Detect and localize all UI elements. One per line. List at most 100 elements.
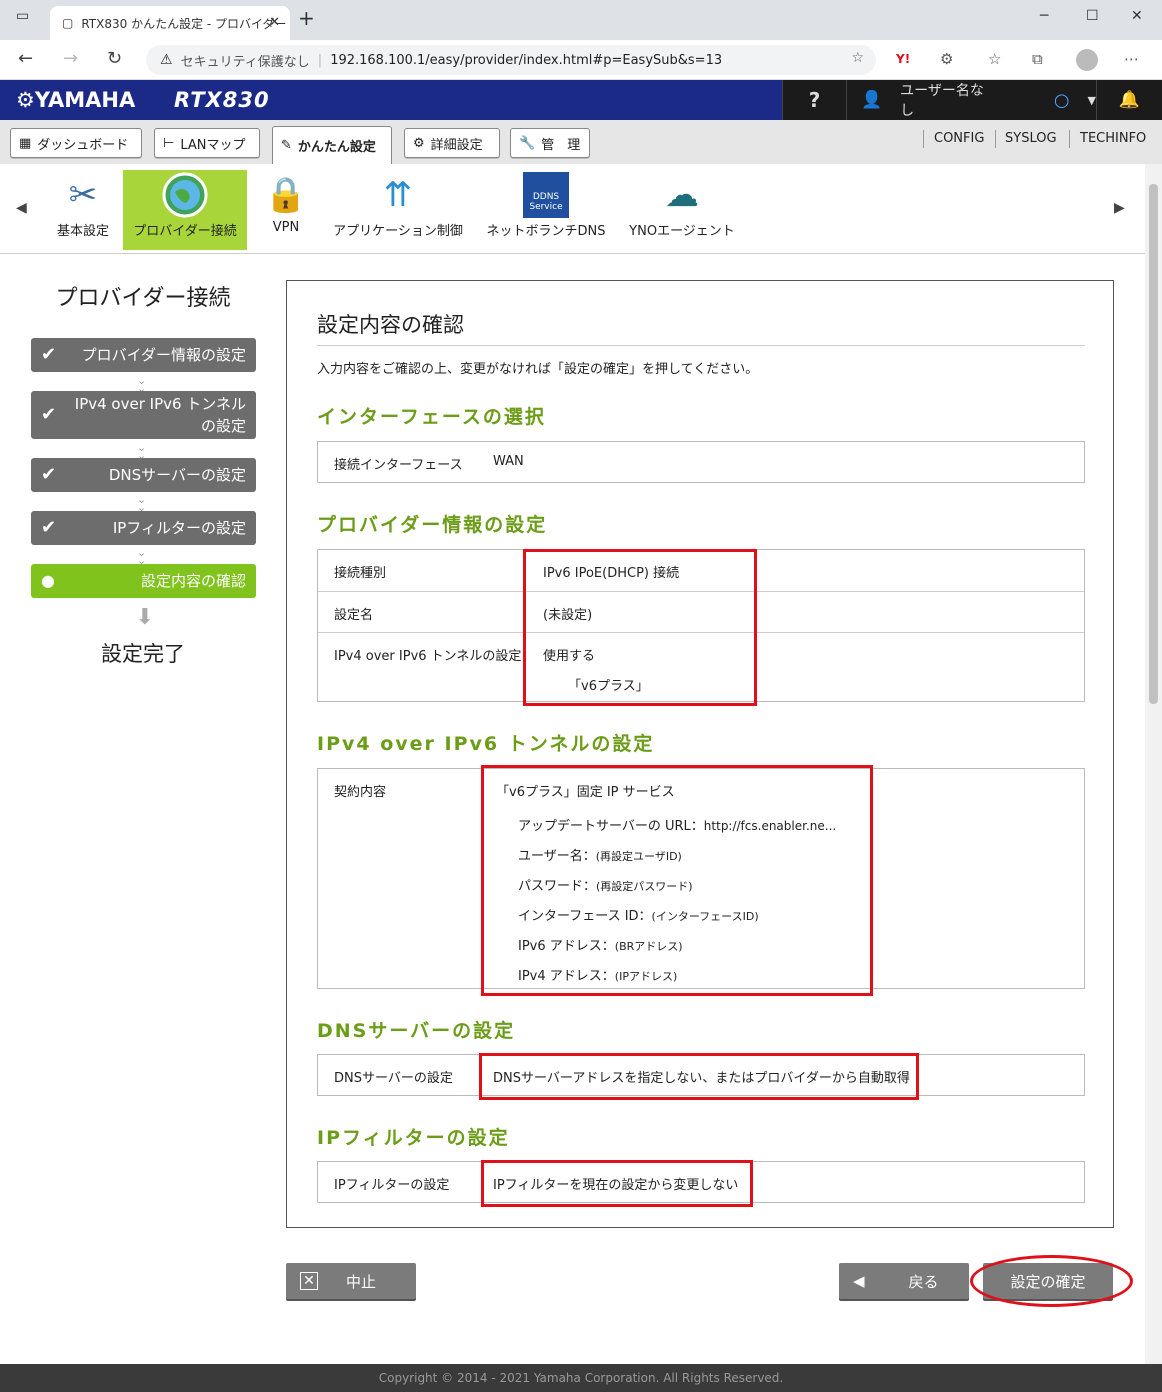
wrench-icon: 🔧 bbox=[519, 135, 536, 151]
feature-netvolante-dns[interactable]: DDNS Service ネットボランチDNS bbox=[484, 170, 608, 250]
chevron-down-icon: ⌄ ⌄ bbox=[137, 493, 147, 514]
section-heading-provider: プロバイダー情報の設定 bbox=[317, 514, 548, 536]
add-favorite-icon[interactable]: ☆ bbox=[851, 50, 864, 66]
close-box-icon: ✕ bbox=[300, 1272, 318, 1290]
extensions-icon[interactable]: ⚙ bbox=[940, 50, 953, 68]
browser-tab[interactable]: ▢ RTX830 かんたん設定 - プロバイダー ✕ bbox=[50, 6, 290, 40]
cancel-button[interactable]: ✕ 中止 bbox=[286, 1263, 416, 1299]
tab-lan-map[interactable]: ⊢ LANマップ bbox=[154, 128, 260, 158]
maximize-icon[interactable]: ☐ bbox=[1086, 8, 1099, 24]
help-button[interactable]: ? bbox=[782, 80, 846, 120]
section-heading-filter: IPフィルターの設定 bbox=[317, 1127, 510, 1149]
globe-icon bbox=[160, 170, 210, 220]
check-icon: ✔ bbox=[41, 344, 57, 365]
scroll-right-arrow-icon[interactable]: ▶ bbox=[1114, 200, 1125, 216]
favorites-icon[interactable]: ☆ bbox=[988, 50, 1001, 68]
dns-label: DNSサーバーの設定 bbox=[334, 1071, 453, 1086]
left-triangle-icon: ◀ bbox=[853, 1272, 865, 1290]
step-ip-filter[interactable]: ✔ IPフィルターの設定 bbox=[31, 511, 256, 545]
browser-tab-bar: ▭ ▢ RTX830 かんたん設定 - プロバイダー ✕ + ─ ☐ ✕ bbox=[0, 0, 1162, 40]
feature-vpn[interactable]: 🔒 VPN bbox=[258, 170, 314, 250]
back-arrow-icon[interactable]: ← bbox=[18, 48, 33, 69]
branch-arrows-icon: ⇈ bbox=[383, 175, 413, 215]
section-heading-tunnel: IPv4 over IPv6 トンネルの設定 bbox=[317, 733, 655, 755]
feature-provider-connection[interactable]: プロバイダー接続 bbox=[123, 170, 247, 250]
highlight-box bbox=[479, 1053, 919, 1100]
back-button[interactable]: ◀ 戻る bbox=[839, 1263, 969, 1299]
step-provider-info[interactable]: ✔ プロバイダー情報の設定 bbox=[31, 338, 256, 372]
sidebar-title: プロバイダー接続 bbox=[55, 286, 231, 311]
page-scrollbar[interactable] bbox=[1145, 164, 1162, 1364]
syslog-link[interactable]: SYSLOG bbox=[1005, 131, 1057, 146]
window-close-icon[interactable]: ✕ bbox=[1131, 8, 1143, 24]
lan-map-icon: ⊢ bbox=[163, 135, 175, 151]
minimize-icon[interactable]: ─ bbox=[1040, 8, 1048, 24]
more-menu-icon[interactable]: ⋯ bbox=[1124, 50, 1139, 68]
highlight-box bbox=[481, 1160, 753, 1207]
config-link[interactable]: CONFIG bbox=[934, 131, 984, 146]
tab-easy-setup[interactable]: ✎ かんたん設定 bbox=[272, 126, 392, 164]
reload-icon[interactable]: ↻ bbox=[107, 48, 122, 69]
step-confirm-current: ● 設定内容の確認 bbox=[31, 564, 256, 598]
dashboard-icon: ▦ bbox=[19, 135, 32, 151]
scroll-left-arrow-icon[interactable]: ◀ bbox=[16, 200, 27, 216]
forward-arrow-icon[interactable]: → bbox=[63, 48, 78, 69]
copyright-footer: Copyright © 2014 - 2021 Yamaha Corporati… bbox=[0, 1364, 1162, 1392]
highlight-box bbox=[481, 765, 873, 996]
collections-icon[interactable]: ⧉ bbox=[1032, 50, 1043, 68]
wand-icon: ✎ bbox=[281, 138, 292, 153]
step-dns-server[interactable]: ✔ DNSサーバーの設定 bbox=[31, 458, 256, 492]
step-ipv4-over-ipv6[interactable]: ✔ IPv4 over IPv6 トンネル の設定 bbox=[31, 391, 256, 439]
address-bar: ← → ↻ ⚠ セキュリティ保護なし | 192.168.100.1/easy/… bbox=[0, 40, 1162, 80]
warning-icon: ⚠ bbox=[160, 52, 173, 68]
ddns-service-icon: DDNS Service bbox=[521, 170, 571, 220]
router-header: ⚙YAMAHA RTX830 ? 👤 ユーザー名なし ○ ▼ 🔔 bbox=[0, 80, 1162, 120]
user-icon: 👤 bbox=[861, 90, 883, 110]
down-arrow-icon: ⬇ bbox=[135, 604, 155, 630]
yamaha-logo: ⚙YAMAHA bbox=[16, 88, 136, 112]
network-cloud-icon: ☁ bbox=[665, 175, 699, 215]
feature-yno-agent[interactable]: ☁ YNOエージェント bbox=[626, 170, 738, 250]
refresh-status-icon: ○ bbox=[1053, 89, 1070, 111]
notification-bell-icon[interactable]: 🔔 bbox=[1096, 80, 1162, 120]
interface-label: 接続インターフェース bbox=[334, 458, 463, 473]
gear-icon: ⚙ bbox=[413, 135, 425, 151]
chevron-down-icon: ⌄ ⌄ bbox=[137, 546, 147, 567]
tab-dashboard[interactable]: ▦ ダッシュボード bbox=[10, 128, 142, 158]
interface-table: 接続インターフェース WAN bbox=[317, 441, 1085, 483]
feature-basic-settings[interactable]: ✂ 基本設定 bbox=[50, 170, 116, 250]
step-complete: 設定完了 bbox=[101, 642, 185, 666]
url-text: 192.168.100.1/easy/provider/index.html#p… bbox=[330, 52, 723, 68]
tab-advanced-setup[interactable]: ⚙ 詳細設定 bbox=[404, 128, 500, 158]
page-title: 設定内容の確認 bbox=[317, 313, 464, 337]
new-tab-icon[interactable]: + bbox=[298, 6, 315, 30]
section-heading-dns: DNSサーバーの設定 bbox=[317, 1020, 516, 1042]
techinfo-link[interactable]: TECHINFO bbox=[1080, 131, 1146, 146]
highlight-box bbox=[523, 549, 757, 706]
instruction-text: 入力内容をご確認の上、変更がなければ「設定の確定」を押してください。 bbox=[317, 362, 759, 377]
user-name: ユーザー名なし bbox=[900, 83, 984, 119]
scrollbar-thumb[interactable] bbox=[1149, 184, 1158, 704]
lock-key-icon: 🔒 bbox=[264, 175, 308, 215]
profile-avatar[interactable] bbox=[1076, 49, 1098, 71]
security-label: セキュリティ保護なし bbox=[180, 54, 310, 70]
yahoo-extension-icon[interactable]: Y! bbox=[896, 52, 910, 66]
model-name: RTX830 bbox=[174, 88, 270, 112]
highlight-ellipse bbox=[970, 1255, 1133, 1307]
chevron-down-icon: ▼ bbox=[1087, 93, 1096, 107]
contract-label: 契約内容 bbox=[334, 785, 387, 800]
section-heading-interface: インターフェースの選択 bbox=[317, 406, 546, 428]
check-icon: ✔ bbox=[41, 464, 57, 485]
tab-management[interactable]: 🔧 管 理 bbox=[510, 128, 590, 158]
url-field[interactable]: ⚠ セキュリティ保護なし | 192.168.100.1/easy/provid… bbox=[146, 45, 876, 75]
filter-label: IPフィルターの設定 bbox=[334, 1178, 450, 1193]
current-dot-icon: ● bbox=[41, 571, 55, 590]
feature-bar: ◀ ✂ 基本設定 プロバイダー接続 🔒 VPN ⇈ アプリケーション制御 DDN… bbox=[0, 164, 1145, 254]
feature-application-control[interactable]: ⇈ アプリケーション制御 bbox=[330, 170, 466, 250]
user-menu[interactable]: 👤 ユーザー名なし ○ ▼ bbox=[846, 80, 1096, 120]
tab-actions-icon[interactable]: ▭ bbox=[16, 8, 29, 24]
close-tab-icon[interactable]: ✕ bbox=[269, 15, 280, 30]
interface-value: WAN bbox=[493, 454, 524, 469]
tab-title: RTX830 かんたん設定 - プロバイダー bbox=[81, 16, 287, 31]
header-tools: ? 👤 ユーザー名なし ○ ▼ 🔔 bbox=[782, 80, 1162, 120]
